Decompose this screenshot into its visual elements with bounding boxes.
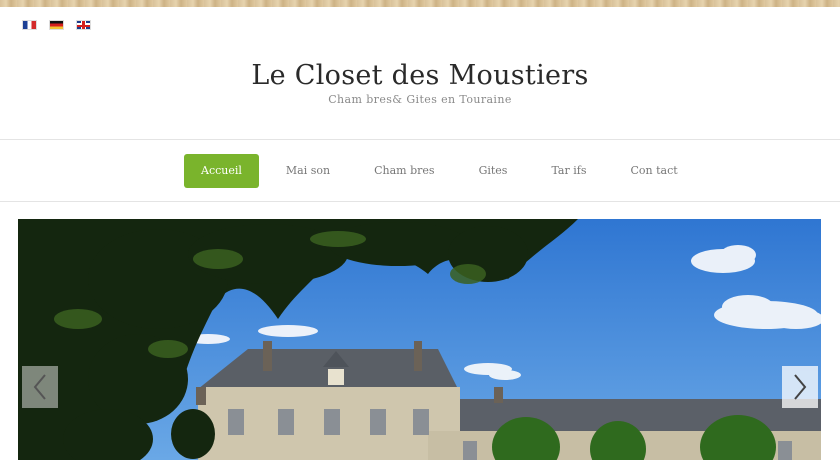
flag-de-icon[interactable] <box>49 20 64 30</box>
language-switcher <box>22 20 91 30</box>
main-nav: Accueil Mai son Cham bres Gites Tar ifs … <box>184 154 705 188</box>
flag-en-icon[interactable] <box>76 20 91 30</box>
chevron-right-icon <box>794 374 807 400</box>
flag-fr-icon[interactable] <box>22 20 37 30</box>
nav-item-gites[interactable]: Gites <box>462 154 525 188</box>
hero-slider <box>18 219 821 460</box>
nav-item-chambres[interactable]: Cham bres <box>357 154 451 188</box>
slider-next-button[interactable] <box>782 366 818 408</box>
slider-prev-button[interactable] <box>22 366 58 408</box>
nav-item-tarifs[interactable]: Tar ifs <box>534 154 603 188</box>
manor-house-photo <box>18 219 821 460</box>
nav-item-maison[interactable]: Mai son <box>269 154 347 188</box>
nav-item-accueil[interactable]: Accueil <box>184 154 259 188</box>
divider <box>0 201 840 202</box>
site-title[interactable]: Le Closet des Moustiers <box>0 60 840 91</box>
nav-item-contact[interactable]: Con tact <box>613 154 694 188</box>
divider <box>0 139 840 140</box>
decorative-top-strip <box>0 0 840 7</box>
site-tagline: Cham bres& Gites en Touraine <box>328 93 512 106</box>
site-header: Le Closet des Moustiers Cham bres& Gites… <box>0 60 840 106</box>
chevron-left-icon <box>33 374 46 400</box>
